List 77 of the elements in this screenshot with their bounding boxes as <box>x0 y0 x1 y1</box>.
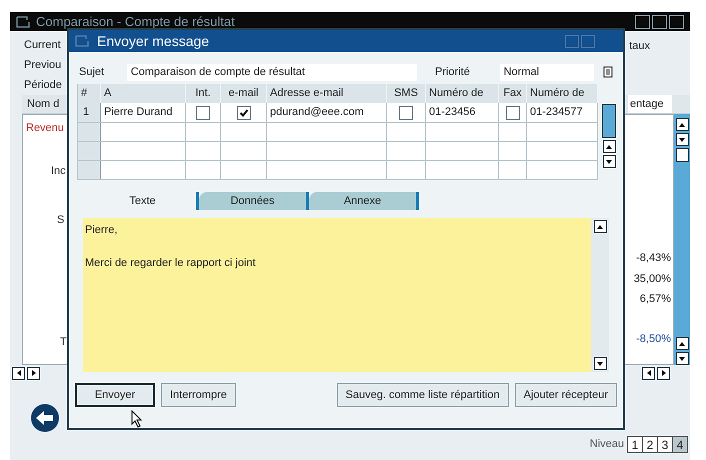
checkbox[interactable] <box>236 106 250 120</box>
scroll-left-button[interactable] <box>12 366 25 380</box>
percentage-value: -8,43% <box>636 251 671 266</box>
level-button[interactable]: 1 <box>627 436 643 453</box>
scroll-down-button[interactable] <box>594 357 606 370</box>
row-label: S <box>57 213 66 228</box>
scroll-right-button[interactable] <box>27 366 40 380</box>
row-label: Revenu <box>26 121 65 136</box>
dialog-button[interactable]: Ajouter récepteur <box>514 383 617 407</box>
level-button[interactable]: 2 <box>642 436 658 453</box>
left-triangle-icon <box>646 370 652 376</box>
priority-field[interactable]: Normal <box>500 64 594 80</box>
message-line: Pierre, <box>85 223 118 238</box>
table-cell: pdurand@eee.com <box>267 103 387 122</box>
up-triangle-icon <box>606 144 612 150</box>
dialog-button[interactable]: Envoyer <box>75 383 155 407</box>
field-label: Previou <box>24 58 62 73</box>
message-text-area[interactable]: Pierre, Merci de regarder le rapport ci joint <box>83 218 591 372</box>
scroll-thumb[interactable] <box>602 104 616 138</box>
right-triangle-icon <box>660 370 666 376</box>
down-triangle-icon <box>606 158 612 164</box>
dialog-button[interactable]: Interrompre <box>161 383 236 407</box>
field-label: Période <box>24 78 63 93</box>
window-title: Comparaison - Compte de résultat <box>36 15 235 28</box>
minimize-button[interactable] <box>635 14 650 28</box>
subject-field[interactable]: Comparaison de compte de résultat <box>126 64 417 80</box>
percentage-value: 6,57% <box>640 292 671 307</box>
dialog-button[interactable]: Sauveg. comme liste répartition <box>336 383 509 407</box>
scroll-down-button[interactable] <box>676 352 688 365</box>
scroll-right-button[interactable] <box>657 366 670 380</box>
up-triangle-icon <box>679 340 685 346</box>
scroll-down-button[interactable] <box>602 155 616 168</box>
down-triangle-icon <box>679 136 685 142</box>
scroll-left-button[interactable] <box>642 366 655 380</box>
mouse-cursor-icon <box>131 410 143 428</box>
field-label: Current <box>24 38 62 53</box>
field-label: taux <box>629 39 650 54</box>
checkbox[interactable] <box>399 106 413 120</box>
level-button[interactable]: 3 <box>657 436 673 453</box>
maximize-button[interactable] <box>652 14 667 28</box>
scroll-up-button[interactable] <box>676 337 688 350</box>
up-triangle-icon <box>679 122 685 128</box>
down-triangle-icon <box>679 356 685 362</box>
row-number-button[interactable]: 1 <box>78 103 101 122</box>
percentage-value: -8,50% <box>636 332 671 346</box>
tab[interactable]: Annexe <box>309 192 419 210</box>
right-triangle-icon <box>30 370 36 376</box>
dialog-title: Envoyer message <box>97 34 210 48</box>
scroll-down-button[interactable] <box>676 133 688 146</box>
checkbox[interactable] <box>506 106 520 120</box>
tab[interactable]: Données <box>199 192 309 210</box>
column-header: Nom d <box>26 96 60 112</box>
percentage-value: 35,00% <box>634 272 671 286</box>
scroll-up-button[interactable] <box>594 220 606 233</box>
level-label: Niveau <box>590 437 624 452</box>
message-line: Merci de regarder le rapport ci joint <box>85 256 257 270</box>
row-label: Inc <box>51 164 67 178</box>
scroll-up-button[interactable] <box>602 140 616 153</box>
row-label: T <box>60 334 67 350</box>
table-cell: 01-234577 <box>527 103 598 122</box>
window-icon <box>16 16 30 28</box>
scroll-up-button[interactable] <box>676 118 688 131</box>
up-triangle-icon <box>597 224 603 230</box>
list-icon[interactable] <box>603 66 613 78</box>
window-icon <box>75 35 89 47</box>
subject-label: Sujet <box>79 64 106 80</box>
table-cell: 01-23456 <box>426 103 499 122</box>
close-button[interactable] <box>669 14 684 28</box>
scroll-thumb[interactable] <box>676 148 688 162</box>
left-triangle-icon <box>16 370 22 376</box>
column-header: entage <box>628 95 672 113</box>
level-button[interactable]: 4 <box>672 436 688 453</box>
vertical-scrollbar[interactable] <box>674 114 690 365</box>
priority-label: Priorité <box>434 64 471 80</box>
table-cell: Pierre Durand <box>101 103 186 122</box>
down-triangle-icon <box>597 360 603 366</box>
checkbox[interactable] <box>196 106 210 120</box>
